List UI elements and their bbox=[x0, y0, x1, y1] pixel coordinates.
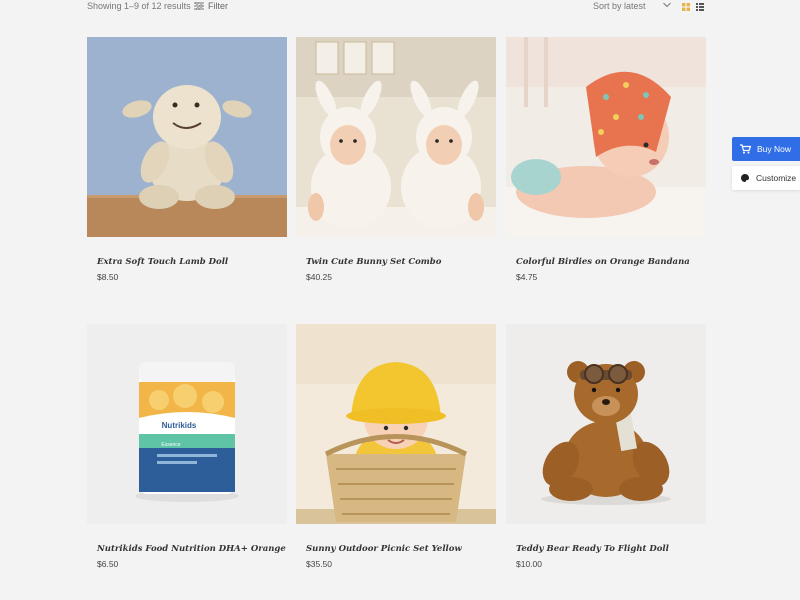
product-image-picnic-set[interactable] bbox=[296, 324, 496, 524]
list-view-icon[interactable] bbox=[696, 3, 704, 11]
product-price: $10.00 bbox=[516, 559, 542, 569]
product-price: $8.50 bbox=[97, 272, 119, 282]
product-price: $6.50 bbox=[97, 559, 119, 569]
product-name[interactable]: Colorful Birdies on Orange Bandana bbox=[516, 257, 706, 267]
product-image-twin-bunny[interactable] bbox=[296, 37, 496, 237]
product-price: $4.75 bbox=[516, 272, 538, 282]
product-name[interactable]: Extra Soft Touch Lamb Doll bbox=[97, 257, 287, 267]
product-card[interactable]: Nutrikids Essence Nutrikids Food Nutriti… bbox=[87, 324, 287, 569]
product-name[interactable]: Sunny Outdoor Picnic Set Yellow bbox=[306, 544, 496, 554]
cart-icon bbox=[740, 144, 751, 154]
sort-select[interactable]: Sort by latest bbox=[593, 1, 646, 11]
product-name[interactable]: Nutrikids Food Nutrition DHA+ Orange bbox=[97, 544, 287, 554]
nutrikids-variant-text: Essence bbox=[161, 442, 180, 448]
product-card[interactable]: Teddy Bear Ready To Flight Doll $10.00 bbox=[506, 324, 706, 569]
product-card[interactable]: Sunny Outdoor Picnic Set Yellow $35.50 bbox=[296, 324, 496, 569]
product-name[interactable]: Twin Cute Bunny Set Combo bbox=[306, 257, 496, 267]
buy-now-button[interactable]: Buy Now bbox=[732, 137, 800, 161]
product-card[interactable]: Twin Cute Bunny Set Combo $40.25 bbox=[296, 37, 496, 282]
nutrikids-brand-text: Nutrikids bbox=[162, 421, 197, 430]
product-price: $35.50 bbox=[306, 559, 332, 569]
product-image-teddy-bear[interactable] bbox=[506, 324, 706, 524]
customize-button[interactable]: Customize bbox=[732, 166, 800, 190]
product-image-orange-bandana[interactable] bbox=[506, 37, 706, 237]
customize-label: Customize bbox=[756, 173, 797, 183]
product-image-nutrikids[interactable]: Nutrikids Essence bbox=[87, 324, 287, 524]
product-image-lamb-doll[interactable] bbox=[87, 37, 287, 237]
filter-button[interactable]: Filter bbox=[194, 1, 228, 11]
product-card[interactable]: Colorful Birdies on Orange Bandana $4.75 bbox=[506, 37, 706, 282]
chevron-down-icon[interactable] bbox=[662, 1, 672, 9]
filter-label: Filter bbox=[208, 1, 228, 11]
filter-icon bbox=[194, 2, 204, 10]
product-card[interactable]: Extra Soft Touch Lamb Doll $8.50 bbox=[87, 37, 287, 282]
palette-icon bbox=[741, 174, 750, 182]
results-count: Showing 1–9 of 12 results bbox=[87, 1, 191, 11]
product-price: $40.25 bbox=[306, 272, 332, 282]
grid-view-icon[interactable] bbox=[682, 3, 690, 11]
shop-toolbar: Showing 1–9 of 12 results Filter Sort by… bbox=[0, 0, 800, 16]
product-name[interactable]: Teddy Bear Ready To Flight Doll bbox=[516, 544, 706, 554]
buy-now-label: Buy Now bbox=[757, 144, 792, 154]
